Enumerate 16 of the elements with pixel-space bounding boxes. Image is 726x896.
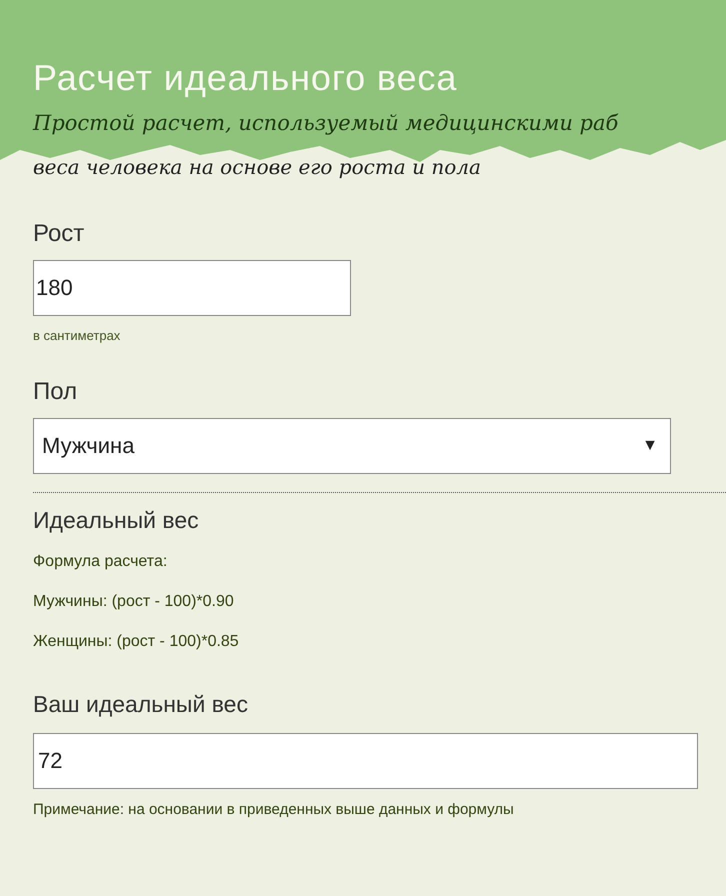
note-text: Примечание: на основании в приведенных выше данных и формулы [33,800,515,820]
formula-text: Мужчины: (рост - 100)*0.90 [33,592,235,612]
select-field[interactable]: Мужчина ▼ [33,418,671,474]
formula-text: Женщины: (рост - 100)*0.85 [33,632,240,652]
subtitle-text: Простой расчет, используемый медицинскими раб [33,110,618,137]
dropdown-arrow-icon: ▼ [642,434,658,458]
formula-text: Формула расчета: [33,552,168,572]
output-field[interactable]: 72 [33,732,698,788]
input-field[interactable]: 180 [33,260,351,316]
field-label: Ваш идеальный вес [33,690,249,718]
subtitle-text: веса человека на основе его роста и пола [33,154,481,181]
hint-text: в сантиметрах [33,327,122,345]
section-heading: Идеальный вес [33,506,200,534]
field-label: Рост [33,219,86,249]
field-label: Пол [33,376,78,406]
page-title: Расчет идеального веса [33,56,458,100]
